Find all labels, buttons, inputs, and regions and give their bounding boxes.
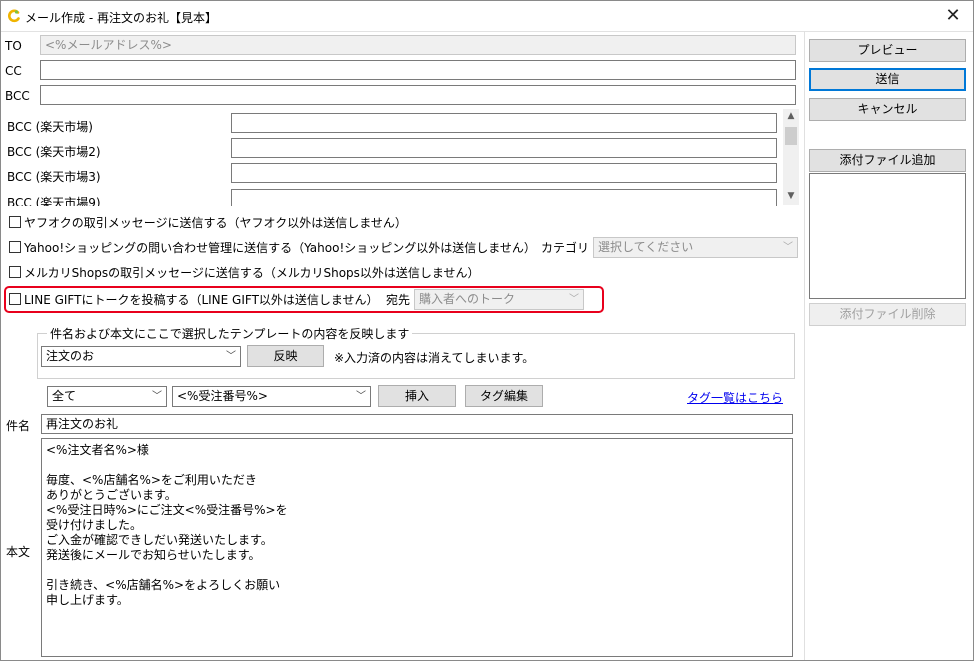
to-field[interactable]: <%メールアドレス%> <box>40 35 796 55</box>
delete-attachment-button[interactable]: 添付ファイル削除 <box>809 303 966 326</box>
yahuoku-checkbox[interactable] <box>9 216 21 228</box>
subject-field[interactable]: 再注文のお礼 <box>41 414 793 434</box>
sidebar-divider <box>804 31 805 660</box>
category-value: 選択してください <box>598 240 694 254</box>
preview-button[interactable]: プレビュー <box>809 39 966 62</box>
mercari-label: メルカリShopsの取引メッセージに送信する（メルカリShops以外は送信しませ… <box>24 266 480 280</box>
apply-template-button[interactable]: 反映 <box>247 345 324 367</box>
overwrite-note: ※入力済の内容は消えてしまいます。 <box>334 351 535 365</box>
line-gift-checkbox[interactable] <box>9 293 21 305</box>
bcc-rakuten9-field[interactable] <box>231 189 777 206</box>
category-label: カテゴリ <box>541 241 590 255</box>
bcc-scrollbar[interactable]: ▲ ▼ <box>783 109 799 205</box>
attachment-list[interactable] <box>809 173 966 299</box>
bcc-rakuten2-field[interactable] <box>231 138 777 158</box>
scroll-down-icon[interactable]: ▼ <box>783 191 799 201</box>
body-label: 本文 <box>6 545 31 559</box>
chevron-down-icon: ﹀ <box>226 351 236 362</box>
send-button[interactable]: 送信 <box>809 68 966 91</box>
bcc-rakuten3-field[interactable] <box>231 163 777 183</box>
chevron-down-icon: ﹀ <box>356 391 366 402</box>
chevron-down-icon: ﹀ <box>152 391 162 402</box>
mercari-checkbox[interactable] <box>9 266 21 278</box>
yahuoku-label: ヤフオクの取引メッセージに送信する（ヤフオク以外は送信しません） <box>24 216 407 230</box>
window-title: メール作成 - 再注文のお礼【見本】 <box>25 11 217 25</box>
bcc-rakuten-field[interactable] <box>231 113 777 133</box>
bcc-field[interactable] <box>40 85 796 105</box>
chevron-down-icon: ﹀ <box>569 294 579 305</box>
tag-list-link[interactable]: タグ一覧はこちら <box>687 389 783 406</box>
close-button[interactable]: ✕ <box>935 3 971 29</box>
mail-compose-window: メール作成 - 再注文のお礼【見本】 ✕ TO <%メールアドレス%> CC B… <box>0 0 974 661</box>
bcc-rakuten-label: BCC (楽天市場) <box>7 120 93 134</box>
line-gift-label: LINE GIFTにトークを投稿する（LINE GIFT以外は送信しません） <box>24 293 379 307</box>
app-logo-icon <box>7 9 20 23</box>
body-textarea[interactable]: <%注文者名%>様 毎度、<%店舗名%>をご利用いただき ありがとうございます。… <box>41 438 793 657</box>
edit-tag-button[interactable]: タグ編集 <box>465 385 543 407</box>
bcc-marketplace-panel: BCC (楽天市場) BCC (楽天市場2) BCC (楽天市場3) BCC (… <box>1 108 801 206</box>
cancel-button[interactable]: キャンセル <box>809 98 966 121</box>
bcc-rakuten3-label: BCC (楽天市場3) <box>7 170 101 184</box>
to-label: TO <box>5 39 22 53</box>
chevron-down-icon: ﹀ <box>783 242 793 253</box>
bcc-rakuten2-label: BCC (楽天市場2) <box>7 145 101 159</box>
yahoo-shopping-label: Yahoo!ショッピングの問い合わせ管理に送信する（Yahoo!ショッピング以外… <box>24 241 536 255</box>
destination-label: 宛先 <box>386 293 411 307</box>
scrollbar-thumb[interactable] <box>785 127 797 145</box>
subject-label: 件名 <box>6 419 31 433</box>
close-icon: ✕ <box>945 5 961 26</box>
title-bar: メール作成 - 再注文のお礼【見本】 ✕ <box>1 1 973 32</box>
cc-field[interactable] <box>40 60 796 80</box>
template-value: 注文のお <box>46 349 95 363</box>
template-select[interactable]: 注文のお ﹀ <box>41 346 241 367</box>
tag-select[interactable]: <%受注番号%> ﹀ <box>172 386 371 407</box>
destination-value: 購入者へのトーク <box>419 292 516 306</box>
tag-filter-select[interactable]: 全て ﹀ <box>47 386 167 407</box>
tag-filter-value: 全て <box>52 389 77 403</box>
insert-tag-button[interactable]: 挿入 <box>378 385 456 407</box>
scroll-up-icon[interactable]: ▲ <box>783 111 799 121</box>
category-select[interactable]: 選択してください ﹀ <box>593 237 798 258</box>
yahoo-shopping-checkbox[interactable] <box>9 241 21 253</box>
template-group-title: 件名および本文にここで選択したテンプレートの内容を反映します <box>47 325 413 342</box>
add-attachment-button[interactable]: 添付ファイル追加 <box>809 149 966 172</box>
bcc-label: BCC <box>5 89 30 103</box>
destination-select[interactable]: 購入者へのトーク ﹀ <box>414 289 584 310</box>
cc-label: CC <box>5 64 22 78</box>
bcc-rakuten9-label: BCC (楽天市場9) <box>7 196 101 206</box>
tag-value: <%受注番号%> <box>177 389 268 403</box>
